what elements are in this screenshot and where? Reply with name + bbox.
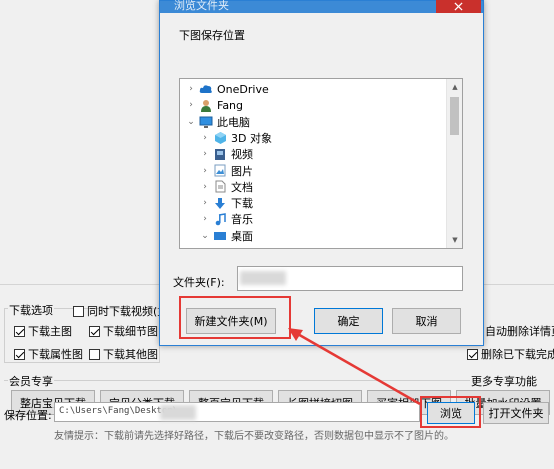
tree-item[interactable]: ⌄ 此电脑 bbox=[186, 114, 250, 130]
tip-text: 友情提示：下载前请先选择好路径，下载后不要改变路径，否则数据包中显示不了图片的。 bbox=[54, 431, 454, 442]
video-icon bbox=[213, 147, 227, 161]
tree-item-label: 图片 bbox=[231, 164, 253, 178]
chevron-right-icon[interactable]: › bbox=[200, 214, 210, 224]
highlight-new-folder bbox=[179, 296, 291, 339]
open-folder-button[interactable]: 打开文件夹 bbox=[483, 402, 549, 424]
checkbox-delete-downloaded[interactable]: 删除已下载完成的 bbox=[467, 346, 554, 362]
tree-item-label: 下载 bbox=[231, 197, 253, 211]
folder-input[interactable] bbox=[237, 266, 463, 291]
tree-item[interactable]: › Fang bbox=[186, 97, 243, 113]
scroll-up-arrow[interactable]: ▲ bbox=[447, 80, 462, 94]
document-icon bbox=[213, 180, 227, 194]
tree-item[interactable]: › 视频 bbox=[200, 146, 253, 162]
checkbox-download-detail-image[interactable]: 下载细节图 bbox=[89, 323, 158, 339]
folder-tree[interactable]: › OneDrive › Fang ⌄ 此电脑 › 3D 对象 › 视频 › 图片 › 文档 › 下载 › 音乐 ⌄… bbox=[179, 78, 463, 249]
checkbox-box[interactable] bbox=[14, 348, 25, 360]
tree-item[interactable]: › 文档 bbox=[200, 179, 253, 195]
save-location-label: 保存位置: bbox=[4, 409, 52, 422]
checkbox-box[interactable] bbox=[89, 348, 100, 360]
desktop-icon bbox=[213, 229, 227, 243]
folder-label: 文件夹(F): bbox=[173, 276, 225, 289]
checkbox-label: 下载细节图 bbox=[103, 325, 158, 338]
dialog-titlebar: 浏览文件夹 bbox=[160, 0, 483, 13]
highlight-browse bbox=[420, 396, 481, 428]
tree-item-label: OneDrive bbox=[217, 82, 269, 96]
checkbox-download-main-image[interactable]: 下载主图 bbox=[14, 323, 72, 339]
tree-item[interactable]: › 图片 bbox=[200, 163, 253, 179]
download-icon bbox=[213, 196, 227, 210]
close-icon bbox=[454, 1, 463, 11]
ok-button[interactable]: 确定 bbox=[314, 308, 383, 334]
chevron-right-icon[interactable]: › bbox=[200, 149, 210, 159]
checkbox-download-attribute-image[interactable]: 下载属性图 bbox=[14, 346, 83, 362]
checkbox-box[interactable] bbox=[89, 325, 100, 337]
tree-item[interactable]: › 3D 对象 bbox=[200, 130, 272, 146]
chevron-right-icon[interactable]: › bbox=[186, 100, 196, 110]
checkbox-label: 删除已下载完成的 bbox=[481, 348, 554, 361]
checkbox-box[interactable] bbox=[14, 325, 25, 337]
checkbox-download-other-image[interactable]: 下载其他图 bbox=[89, 346, 158, 362]
tree-item-label: 文档 bbox=[231, 180, 253, 194]
checkbox-label: 同时下载视频(主 bbox=[87, 305, 169, 318]
tree-item-label: 此电脑 bbox=[217, 115, 250, 129]
tree-item[interactable]: › OneDrive bbox=[186, 81, 269, 97]
cube-icon bbox=[213, 131, 227, 145]
checkbox-box[interactable] bbox=[467, 348, 478, 360]
chevron-right-icon[interactable]: › bbox=[186, 84, 196, 94]
checkbox-label: 下载其他图 bbox=[103, 348, 158, 361]
checkbox-label: 自动删除详情页 bbox=[485, 325, 554, 338]
cancel-button[interactable]: 取消 bbox=[392, 308, 461, 334]
download-options-label: 下载选项 bbox=[8, 302, 54, 318]
dialog-title: 浏览文件夹 bbox=[174, 0, 229, 12]
checkbox-label: 下载属性图 bbox=[28, 348, 83, 361]
tree-item[interactable]: › 下载 bbox=[200, 195, 253, 211]
tree-scrollbar[interactable]: ▲ ▼ bbox=[446, 79, 462, 248]
chevron-down-icon[interactable]: ⌄ bbox=[200, 231, 210, 241]
tree-item-label: Fang bbox=[217, 98, 244, 112]
tree-item-label: 3D 对象 bbox=[231, 131, 272, 145]
save-path-field[interactable]: C:\Users\Fang\Desktop\ bbox=[54, 402, 420, 422]
computer-icon bbox=[199, 115, 213, 129]
dialog-prompt: 下图保存位置 bbox=[179, 29, 245, 42]
close-button[interactable] bbox=[436, 0, 481, 13]
checkbox-label: 下载主图 bbox=[28, 325, 72, 338]
chevron-right-icon[interactable]: › bbox=[200, 166, 210, 176]
music-icon bbox=[213, 212, 227, 226]
folder-icon bbox=[227, 245, 241, 248]
tree-item[interactable]: › 音乐 bbox=[200, 211, 253, 227]
chevron-down-icon[interactable]: ⌄ bbox=[186, 117, 196, 127]
checkbox-download-video[interactable]: 同时下载视频(主 bbox=[73, 303, 168, 319]
redacted-area bbox=[240, 271, 286, 285]
scroll-down-arrow[interactable]: ▼ bbox=[447, 233, 462, 247]
scroll-thumb[interactable] bbox=[450, 97, 459, 135]
tree-item[interactable] bbox=[214, 244, 245, 248]
tree-item-label: 视频 bbox=[231, 148, 253, 162]
tree-item[interactable]: ⌄ 桌面 bbox=[200, 228, 253, 244]
tree-item-label: 音乐 bbox=[231, 213, 253, 227]
tree-item-label: 桌面 bbox=[231, 229, 253, 243]
user-icon bbox=[199, 98, 213, 112]
checkbox-box[interactable] bbox=[73, 305, 84, 317]
redacted-area bbox=[160, 405, 196, 420]
chevron-right-icon[interactable]: › bbox=[200, 182, 210, 192]
chevron-right-icon[interactable]: › bbox=[200, 198, 210, 208]
picture-icon bbox=[213, 164, 227, 178]
member-label: 会员专享 bbox=[8, 373, 54, 389]
browse-folder-dialog: 浏览文件夹 下图保存位置 › OneDrive › Fang ⌄ 此电脑 › 3D 对象 › 视频… bbox=[159, 0, 484, 346]
chevron-right-icon[interactable]: › bbox=[200, 133, 210, 143]
cloud-icon bbox=[199, 82, 213, 96]
